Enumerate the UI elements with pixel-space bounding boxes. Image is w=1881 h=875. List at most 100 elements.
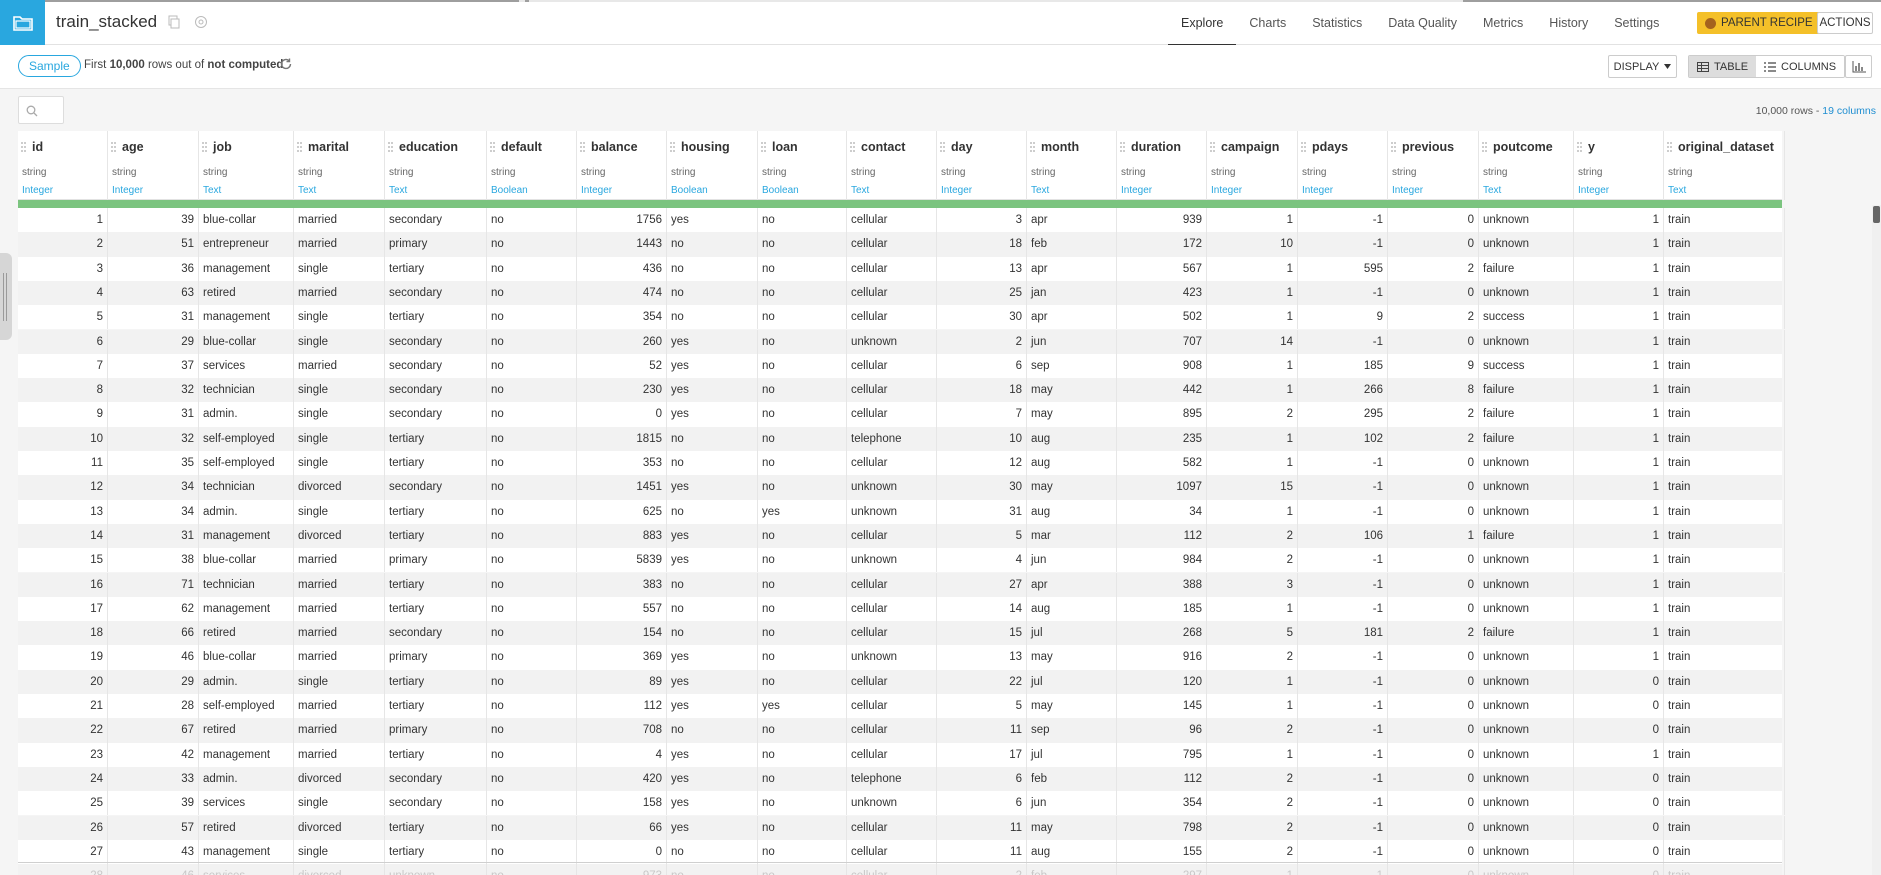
cell-campaign[interactable]: 2 <box>1207 523 1298 549</box>
cell-job[interactable]: admin. <box>199 402 294 427</box>
cell-month[interactable]: may <box>1027 378 1117 403</box>
cell-poutcome[interactable]: unknown <box>1479 280 1574 306</box>
cell-education[interactable]: secondary <box>385 378 487 403</box>
cell-housing[interactable]: no <box>667 499 758 524</box>
cell-previous[interactable]: 0 <box>1388 280 1479 306</box>
cell-campaign[interactable]: 15 <box>1207 475 1298 500</box>
cell-id[interactable]: 14 <box>18 523 108 549</box>
cell-poutcome[interactable]: unknown <box>1479 742 1574 767</box>
cell-default[interactable]: no <box>487 742 577 767</box>
cell-original-dataset[interactable]: train <box>1664 353 1785 379</box>
cell-job[interactable]: self-employed <box>199 694 294 719</box>
column-name[interactable]: y <box>1588 140 1595 154</box>
cell-balance[interactable]: 66 <box>577 815 667 840</box>
cell-campaign[interactable]: 1 <box>1207 499 1298 524</box>
column-storage-type[interactable]: string <box>1121 167 1145 178</box>
column-header-loan[interactable]: loan string Boolean <box>758 131 847 200</box>
drag-handle-icon[interactable] <box>580 142 585 152</box>
cell-day[interactable]: 2 <box>937 864 1027 875</box>
cell-default[interactable]: no <box>487 305 577 330</box>
cell-age[interactable]: 29 <box>108 329 199 354</box>
column-header-id[interactable]: id string Integer <box>18 131 108 200</box>
cell-previous[interactable]: 0 <box>1388 718 1479 743</box>
cell-id[interactable]: 28 <box>18 864 108 875</box>
cell-balance[interactable]: 973 <box>577 864 667 875</box>
cell-loan[interactable]: no <box>758 742 847 767</box>
cell-campaign[interactable]: 1 <box>1207 280 1298 306</box>
cell-day[interactable]: 6 <box>937 791 1027 816</box>
cell-contact[interactable]: unknown <box>847 645 937 670</box>
cell-poutcome[interactable]: failure <box>1479 378 1574 403</box>
cell-y[interactable]: 1 <box>1574 742 1664 767</box>
cell-y[interactable]: 1 <box>1574 208 1664 233</box>
cell-education[interactable]: tertiary <box>385 451 487 476</box>
cell-balance[interactable]: 369 <box>577 645 667 670</box>
cell-housing[interactable]: no <box>667 596 758 622</box>
cell-balance[interactable]: 354 <box>577 305 667 330</box>
cell-id[interactable]: 12 <box>18 475 108 500</box>
cell-duration[interactable]: 172 <box>1117 232 1207 257</box>
cell-pdays[interactable]: -1 <box>1298 499 1388 524</box>
column-name[interactable]: education <box>399 140 458 154</box>
cell-education[interactable]: tertiary <box>385 694 487 719</box>
cell-month[interactable]: aug <box>1027 499 1117 524</box>
column-name[interactable]: job <box>213 140 232 154</box>
column-storage-type[interactable]: string <box>581 167 605 178</box>
cell-marital[interactable]: single <box>294 256 385 281</box>
cell-pdays[interactable]: 102 <box>1298 426 1388 451</box>
cell-default[interactable]: no <box>487 645 577 670</box>
cell-original-dataset[interactable]: train <box>1664 451 1785 476</box>
cell-previous[interactable]: 0 <box>1388 499 1479 524</box>
scrollbar-thumb[interactable] <box>1873 206 1880 223</box>
cell-id[interactable]: 26 <box>18 815 108 840</box>
cell-loan[interactable]: no <box>758 815 847 840</box>
cell-original-dataset[interactable]: train <box>1664 475 1785 500</box>
cell-duration[interactable]: 707 <box>1117 329 1207 354</box>
tab-charts[interactable]: Charts <box>1236 0 1299 45</box>
watch-icon[interactable] <box>194 15 208 29</box>
cell-poutcome[interactable]: unknown <box>1479 694 1574 719</box>
cell-job[interactable]: services <box>199 791 294 816</box>
column-storage-type[interactable]: string <box>671 167 695 178</box>
cell-day[interactable]: 17 <box>937 742 1027 767</box>
cell-balance[interactable]: 1451 <box>577 475 667 500</box>
cell-education[interactable]: tertiary <box>385 426 487 451</box>
column-storage-type[interactable]: string <box>1211 167 1235 178</box>
column-search-input[interactable] <box>18 96 64 124</box>
cell-campaign[interactable]: 2 <box>1207 766 1298 792</box>
cell-campaign[interactable]: 1 <box>1207 596 1298 622</box>
column-storage-type[interactable]: string <box>1392 167 1416 178</box>
cell-duration[interactable]: 120 <box>1117 669 1207 694</box>
cell-default[interactable]: no <box>487 329 577 354</box>
cell-marital[interactable]: single <box>294 329 385 354</box>
cell-previous[interactable]: 2 <box>1388 621 1479 646</box>
cell-job[interactable]: retired <box>199 280 294 306</box>
cell-campaign[interactable]: 3 <box>1207 572 1298 597</box>
cell-contact[interactable]: cellular <box>847 669 937 694</box>
cell-campaign[interactable]: 1 <box>1207 451 1298 476</box>
cell-housing[interactable]: yes <box>667 402 758 427</box>
cell-previous[interactable]: 9 <box>1388 353 1479 379</box>
cell-age[interactable]: 42 <box>108 742 199 767</box>
tab-explore[interactable]: Explore <box>1168 0 1237 46</box>
cell-pdays[interactable]: -1 <box>1298 669 1388 694</box>
cell-id[interactable]: 27 <box>18 839 108 865</box>
drag-handle-icon[interactable] <box>388 142 393 152</box>
cell-campaign[interactable]: 1 <box>1207 208 1298 233</box>
column-storage-type[interactable]: string <box>298 167 322 178</box>
column-meaning[interactable]: Boolean <box>762 185 799 196</box>
cell-default[interactable]: no <box>487 208 577 233</box>
cell-month[interactable]: jul <box>1027 669 1117 694</box>
cell-y[interactable]: 0 <box>1574 839 1664 865</box>
column-name[interactable]: original_dataset <box>1678 140 1774 154</box>
cell-job[interactable]: technician <box>199 378 294 403</box>
cell-y[interactable]: 1 <box>1574 280 1664 306</box>
cell-month[interactable]: sep <box>1027 718 1117 743</box>
cell-marital[interactable]: single <box>294 305 385 330</box>
cell-day[interactable]: 2 <box>937 329 1027 354</box>
column-count-link[interactable]: 19 columns <box>1822 105 1876 117</box>
column-storage-type[interactable]: string <box>1302 167 1326 178</box>
cell-poutcome[interactable]: success <box>1479 305 1574 330</box>
cell-duration[interactable]: 185 <box>1117 596 1207 622</box>
column-header-original-dataset[interactable]: original_dataset string Text <box>1664 131 1785 200</box>
